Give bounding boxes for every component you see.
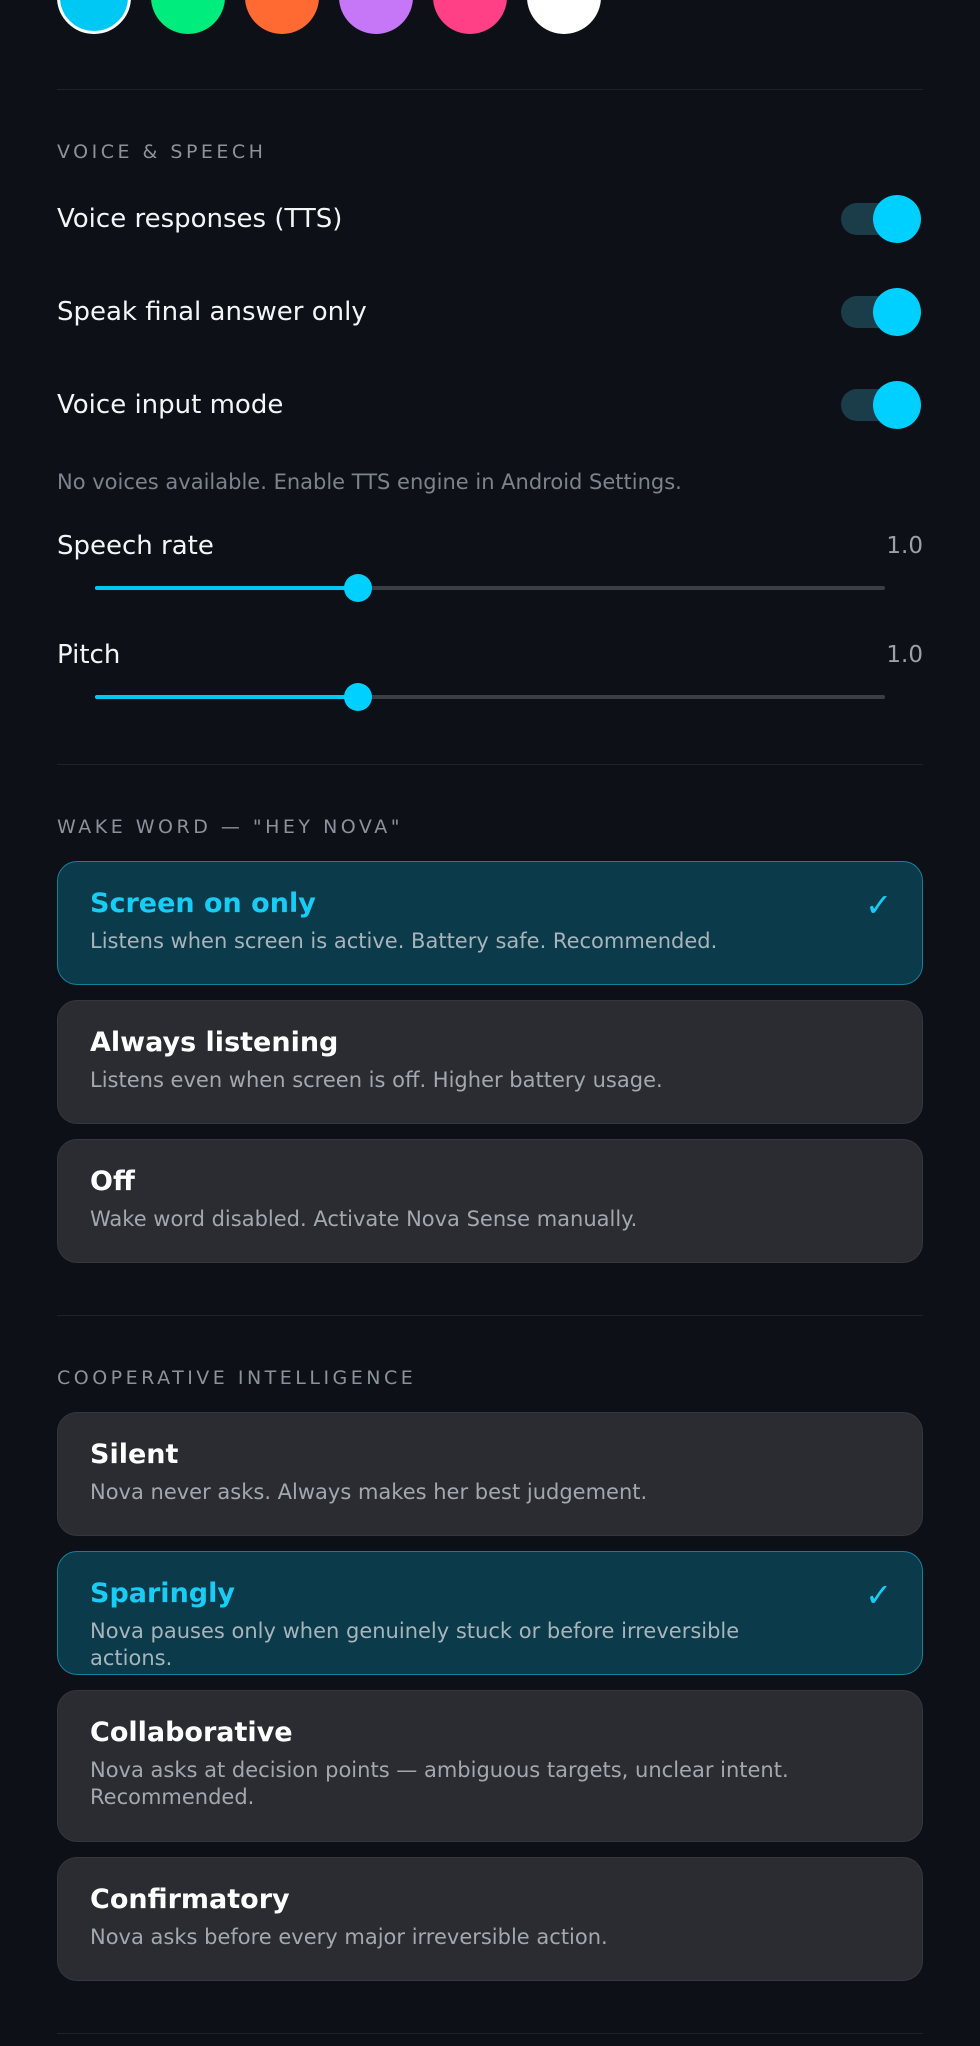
toggle-row-voice-input-mode: Voice input mode	[57, 375, 923, 435]
voice-responses-toggle[interactable]	[841, 195, 921, 243]
option-title: Off	[90, 1166, 135, 1197]
option-title: Collaborative	[90, 1717, 293, 1748]
option-title: Confirmatory	[90, 1884, 290, 1915]
option-title: Always listening	[90, 1027, 339, 1058]
accent-color-picker	[57, 0, 601, 34]
speech-rate-slider-block: Speech rate 1.0	[57, 528, 923, 628]
option-title: Screen on only	[90, 888, 316, 919]
speak-final-answer-toggle[interactable]	[841, 288, 921, 336]
option-description: Nova never asks. Always makes her best j…	[90, 1480, 648, 1504]
accent-swatch-white[interactable]	[527, 0, 601, 34]
toggle-knob	[873, 195, 921, 243]
slider-value: 1.0	[886, 533, 923, 559]
section-title-wake-word: WAKE WORD — "HEY NOVA"	[57, 816, 403, 838]
pitch-slider-block: Pitch 1.0	[57, 637, 923, 737]
cooperative-option-silent[interactable]: Silent Nova never asks. Always makes her…	[57, 1412, 923, 1536]
slider-label: Pitch	[57, 640, 121, 670]
toggle-row-speak-final-answer: Speak final answer only	[57, 282, 923, 342]
section-divider	[57, 1315, 923, 1316]
voice-input-mode-toggle[interactable]	[841, 381, 921, 429]
pitch-slider[interactable]	[95, 683, 885, 711]
wake-word-option-off[interactable]: Off Wake word disabled. Activate Nova Se…	[57, 1139, 923, 1263]
toggle-label: Voice responses (TTS)	[57, 204, 343, 234]
option-description: Listens when screen is active. Battery s…	[90, 929, 718, 953]
accent-swatch-green[interactable]	[151, 0, 225, 34]
cooperative-option-collaborative[interactable]: Collaborative Nova asks at decision poin…	[57, 1690, 923, 1842]
tts-unavailable-note: No voices available. Enable TTS engine i…	[57, 470, 682, 494]
toggle-row-voice-responses: Voice responses (TTS)	[57, 189, 923, 249]
check-icon: ✓	[865, 1576, 892, 1614]
wake-word-option-screen-on[interactable]: Screen on only Listens when screen is ac…	[57, 861, 923, 985]
cooperative-option-confirmatory[interactable]: Confirmatory Nova asks before every majo…	[57, 1857, 923, 1981]
section-divider	[57, 2033, 923, 2034]
slider-fill	[95, 695, 359, 699]
wake-word-option-always-listening[interactable]: Always listening Listens even when scree…	[57, 1000, 923, 1124]
accent-swatch-orange[interactable]	[245, 0, 319, 34]
accent-swatch-cyan[interactable]	[57, 0, 131, 34]
section-title-cooperative-intelligence: COOPERATIVE INTELLIGENCE	[57, 1367, 417, 1389]
option-description: Nova pauses only when genuinely stuck or…	[90, 1619, 740, 1670]
section-divider	[57, 764, 923, 765]
toggle-label: Speak final answer only	[57, 297, 367, 327]
option-title: Silent	[90, 1439, 179, 1470]
speech-rate-slider[interactable]	[95, 574, 885, 602]
cooperative-option-sparingly[interactable]: Sparingly Nova pauses only when genuinel…	[57, 1551, 923, 1675]
slider-thumb[interactable]	[344, 683, 373, 711]
toggle-knob	[873, 381, 921, 429]
section-title-voice-speech: VOICE & SPEECH	[57, 141, 267, 163]
option-description: Wake word disabled. Activate Nova Sense …	[90, 1207, 638, 1231]
slider-label: Speech rate	[57, 531, 214, 561]
toggle-label: Voice input mode	[57, 390, 284, 420]
slider-value: 1.0	[886, 642, 923, 668]
slider-thumb[interactable]	[344, 574, 373, 602]
option-title: Sparingly	[90, 1578, 235, 1609]
option-description: Listens even when screen is off. Higher …	[90, 1068, 663, 1092]
settings-page: VOICE & SPEECH Voice responses (TTS) Spe…	[0, 0, 980, 2046]
accent-swatch-purple[interactable]	[339, 0, 413, 34]
check-icon: ✓	[865, 886, 892, 924]
accent-swatch-pink[interactable]	[433, 0, 507, 34]
toggle-knob	[873, 288, 921, 336]
option-description: Nova asks before every major irreversibl…	[90, 1925, 608, 1949]
section-divider	[57, 89, 923, 90]
option-description: Nova asks at decision points — ambiguous…	[90, 1758, 789, 1809]
slider-fill	[95, 586, 359, 590]
